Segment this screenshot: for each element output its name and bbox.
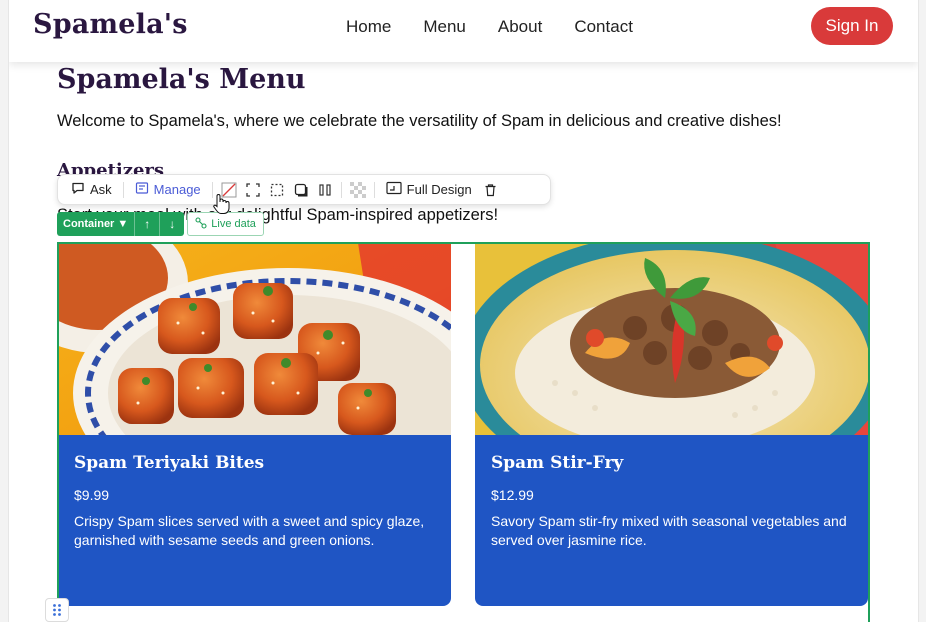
selection-label: Container ▼ ↑ ↓ Live data (57, 212, 264, 236)
trash-icon[interactable] (479, 178, 503, 202)
card-price: $12.99 (491, 487, 534, 503)
link-icon (195, 216, 207, 232)
sign-in-button[interactable]: Sign In (811, 7, 893, 45)
card-title: Spam Teriyaki Bites (74, 453, 265, 473)
hand-cursor-icon (212, 193, 230, 219)
site-header: Spamela's Home Menu About Contact Sign I… (9, 0, 918, 62)
manage-label: Manage (153, 182, 201, 197)
border-dashed-icon[interactable] (265, 178, 289, 202)
card-price: $9.99 (74, 487, 110, 503)
toolbar-divider (373, 181, 375, 198)
editor-toolbar: Ask Manage Full Design (57, 174, 551, 205)
move-up-icon[interactable]: ↑ (134, 212, 160, 236)
stir-fry-image (475, 243, 868, 435)
container-dropdown[interactable]: Container ▼ (57, 212, 135, 236)
card-description: Crispy Spam slices served with a sweet a… (74, 513, 425, 548)
move-down-icon[interactable]: ↓ (159, 212, 185, 236)
ask-button[interactable]: Ask (64, 178, 119, 202)
nav-about[interactable]: About (498, 17, 542, 37)
menu-card[interactable]: Spam Stir-Fry $12.99 Savory Spam stir-fr… (475, 243, 868, 606)
main-nav: Home Menu About Contact (346, 17, 633, 37)
live-data-label: Live data (211, 218, 256, 230)
toolbar-divider (340, 181, 342, 198)
nav-home[interactable]: Home (346, 17, 391, 37)
site-logo[interactable]: Spamela's (33, 9, 188, 40)
menu-card[interactable]: Spam Teriyaki Bites $9.99 Crispy Spam sl… (58, 243, 451, 606)
nav-contact[interactable]: Contact (574, 17, 633, 37)
ask-label: Ask (90, 182, 112, 197)
transparency-icon[interactable] (346, 178, 370, 202)
columns-icon[interactable] (313, 178, 337, 202)
menu-cards: Spam Teriyaki Bites $9.99 Crispy Spam sl… (58, 243, 868, 606)
page-title: Spamela's Menu (57, 64, 306, 95)
card-body: Spam Stir-Fry $12.99 Savory Spam stir-fr… (475, 435, 868, 568)
design-icon (386, 181, 402, 198)
manage-icon (135, 181, 149, 198)
padding-icon[interactable] (241, 178, 265, 202)
card-description: Savory Spam stir-fry mixed with seasonal… (491, 513, 847, 548)
toolbar-divider (122, 181, 124, 198)
drag-handle-icon[interactable] (45, 598, 69, 622)
nav-menu[interactable]: Menu (423, 17, 466, 37)
full-design-button[interactable]: Full Design (379, 178, 479, 202)
card-body: Spam Teriyaki Bites $9.99 Crispy Spam sl… (58, 435, 451, 568)
shadow-icon[interactable] (289, 178, 313, 202)
full-design-label: Full Design (406, 182, 472, 197)
teriyaki-bites-image (58, 243, 451, 435)
card-title: Spam Stir-Fry (491, 453, 624, 473)
manage-button[interactable]: Manage (128, 178, 208, 202)
page: Spamela's Home Menu About Contact Sign I… (9, 0, 918, 622)
chat-icon (71, 181, 85, 198)
intro-text: Welcome to Spamela's, where we celebrate… (57, 112, 782, 130)
